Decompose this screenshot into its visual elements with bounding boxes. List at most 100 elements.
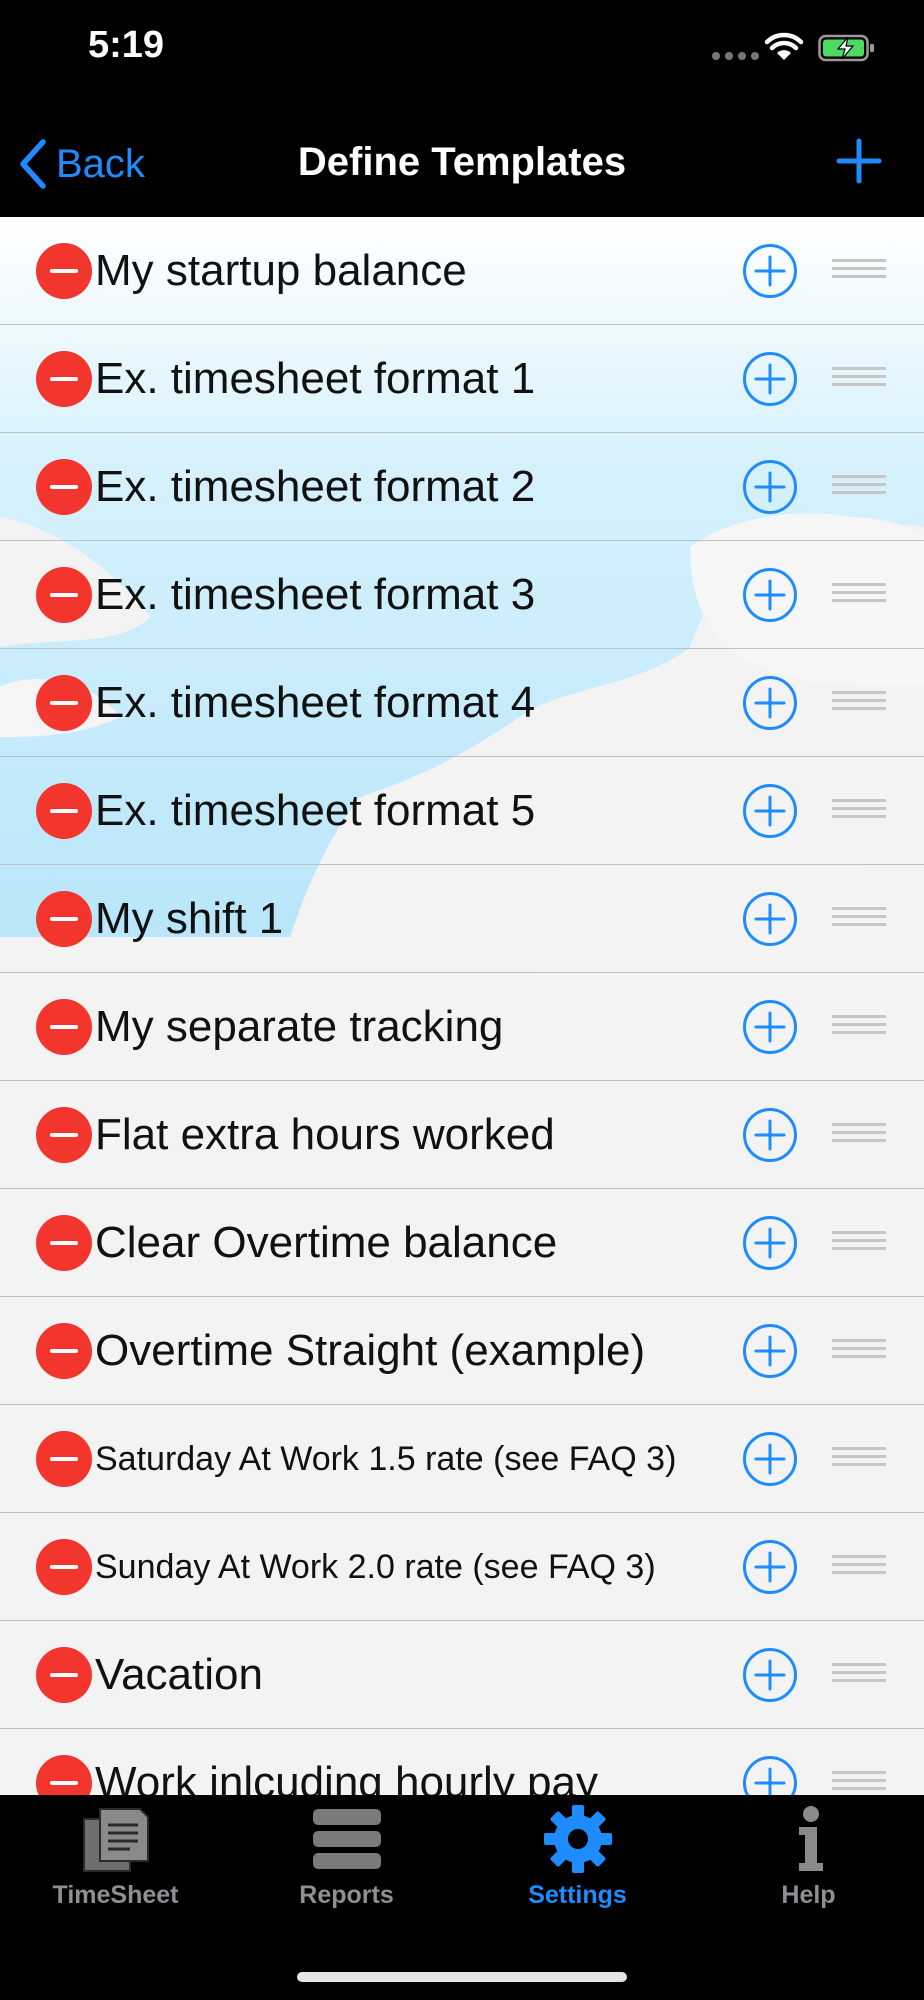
- plus-circle-icon[interactable]: [742, 1647, 798, 1703]
- delete-button[interactable]: [36, 675, 92, 731]
- reorder-handle-icon[interactable]: [832, 1231, 886, 1255]
- wifi-icon: [764, 32, 804, 60]
- tab-label: TimeSheet: [52, 1881, 179, 1909]
- list-item[interactable]: My separate tracking: [0, 973, 924, 1081]
- reorder-handle-icon[interactable]: [832, 583, 886, 607]
- template-label: Saturday At Work 1.5 rate (see FAQ 3): [95, 1440, 677, 1478]
- delete-button[interactable]: [36, 1755, 92, 1795]
- list-item[interactable]: Flat extra hours worked: [0, 1081, 924, 1189]
- reorder-handle-icon[interactable]: [832, 691, 886, 715]
- template-label: Sunday At Work 2.0 rate (see FAQ 3): [95, 1548, 656, 1586]
- status-bar: 5:19: [0, 0, 924, 100]
- reorder-handle-icon[interactable]: [832, 1771, 886, 1795]
- navigation-bar: Back Define Templates: [0, 100, 924, 217]
- plus-circle-icon[interactable]: [742, 999, 798, 1055]
- plus-circle-icon[interactable]: [742, 1215, 798, 1271]
- reorder-handle-icon[interactable]: [832, 1555, 886, 1579]
- list-item[interactable]: Clear Overtime balance: [0, 1189, 924, 1297]
- list-item[interactable]: Ex. timesheet format 3: [0, 541, 924, 649]
- reports-icon: [312, 1809, 381, 1869]
- back-button-label: Back: [56, 141, 145, 186]
- tab-label: Reports: [299, 1881, 394, 1909]
- tab-label: Help: [781, 1881, 836, 1909]
- plus-circle-icon[interactable]: [742, 351, 798, 407]
- plus-circle-icon[interactable]: [742, 1107, 798, 1163]
- template-label: Vacation: [95, 1650, 263, 1699]
- timesheet-icon: [82, 1808, 149, 1872]
- reorder-handle-icon[interactable]: [832, 1447, 886, 1471]
- list-item[interactable]: Ex. timesheet format 2: [0, 433, 924, 541]
- plus-circle-icon[interactable]: [742, 1755, 798, 1795]
- home-indicator[interactable]: [297, 1972, 627, 1982]
- reorder-handle-icon[interactable]: [832, 475, 886, 499]
- add-template-button[interactable]: [836, 138, 882, 184]
- reorder-handle-icon[interactable]: [832, 259, 886, 283]
- tab-settings[interactable]: Settings: [462, 1805, 693, 1955]
- template-label: Ex. timesheet format 5: [95, 786, 536, 835]
- tab-timesheet[interactable]: TimeSheet: [0, 1805, 231, 1955]
- reorder-handle-icon[interactable]: [832, 907, 886, 931]
- delete-button[interactable]: [36, 351, 92, 407]
- template-label: My separate tracking: [95, 1002, 504, 1051]
- delete-button[interactable]: [36, 1431, 92, 1487]
- reorder-handle-icon[interactable]: [832, 1123, 886, 1147]
- reorder-handle-icon[interactable]: [832, 799, 886, 823]
- status-time: 5:19: [88, 24, 165, 66]
- template-label: Ex. timesheet format 1: [95, 354, 536, 403]
- list-item[interactable]: Overtime Straight (example): [0, 1297, 924, 1405]
- delete-button[interactable]: [36, 1215, 92, 1271]
- plus-circle-icon[interactable]: [742, 1539, 798, 1595]
- template-label: Ex. timesheet format 4: [95, 678, 536, 727]
- plus-circle-icon[interactable]: [742, 891, 798, 947]
- template-label: My startup balance: [95, 246, 467, 295]
- delete-button[interactable]: [36, 459, 92, 515]
- list-item[interactable]: Ex. timesheet format 4: [0, 649, 924, 757]
- info-icon: [798, 1806, 823, 1871]
- delete-button[interactable]: [36, 891, 92, 947]
- list-item[interactable]: Ex. timesheet format 1: [0, 325, 924, 433]
- delete-button[interactable]: [36, 999, 92, 1055]
- template-label: Work inlcuding hourly pay: [95, 1758, 598, 1795]
- gear-icon: [543, 1805, 612, 1873]
- list-item[interactable]: Sunday At Work 2.0 rate (see FAQ 3): [0, 1513, 924, 1621]
- delete-button[interactable]: [36, 1107, 92, 1163]
- delete-button[interactable]: [36, 243, 92, 299]
- template-label: Ex. timesheet format 2: [95, 462, 536, 511]
- plus-circle-icon[interactable]: [742, 1323, 798, 1379]
- template-label: Overtime Straight (example): [95, 1326, 646, 1375]
- reorder-handle-icon[interactable]: [832, 1339, 886, 1363]
- template-label: Flat extra hours worked: [95, 1110, 555, 1159]
- battery-charging-icon: [818, 34, 874, 62]
- delete-button[interactable]: [36, 1323, 92, 1379]
- list-item[interactable]: Work inlcuding hourly pay: [0, 1729, 924, 1795]
- plus-circle-icon[interactable]: [742, 243, 798, 299]
- template-label: Ex. timesheet format 3: [95, 570, 536, 619]
- tab-help[interactable]: Help: [693, 1805, 924, 1955]
- template-list[interactable]: My startup balance Ex. timesheet format …: [0, 217, 924, 1795]
- list-item[interactable]: Ex. timesheet format 5: [0, 757, 924, 865]
- delete-button[interactable]: [36, 567, 92, 623]
- delete-button[interactable]: [36, 783, 92, 839]
- list-item[interactable]: Vacation: [0, 1621, 924, 1729]
- list-item[interactable]: My shift 1: [0, 865, 924, 973]
- plus-circle-icon[interactable]: [742, 675, 798, 731]
- template-label: Clear Overtime balance: [95, 1218, 558, 1267]
- back-button[interactable]: Back: [18, 138, 145, 190]
- plus-circle-icon[interactable]: [742, 783, 798, 839]
- delete-button[interactable]: [36, 1647, 92, 1703]
- list-item[interactable]: My startup balance: [0, 217, 924, 325]
- reorder-handle-icon[interactable]: [832, 367, 886, 391]
- reorder-handle-icon[interactable]: [832, 1663, 886, 1687]
- chevron-left-icon: [20, 139, 46, 189]
- plus-circle-icon[interactable]: [742, 1431, 798, 1487]
- list-item[interactable]: Saturday At Work 1.5 rate (see FAQ 3): [0, 1405, 924, 1513]
- tab-label: Settings: [528, 1881, 627, 1909]
- tab-bar: TimeSheet Reports Settings Help: [0, 1795, 924, 2000]
- tab-reports[interactable]: Reports: [231, 1805, 462, 1955]
- delete-button[interactable]: [36, 1539, 92, 1595]
- reorder-handle-icon[interactable]: [832, 1015, 886, 1039]
- template-label: My shift 1: [95, 894, 284, 943]
- plus-circle-icon[interactable]: [742, 459, 798, 515]
- cellular-signal-icon: [712, 52, 759, 60]
- plus-circle-icon[interactable]: [742, 567, 798, 623]
